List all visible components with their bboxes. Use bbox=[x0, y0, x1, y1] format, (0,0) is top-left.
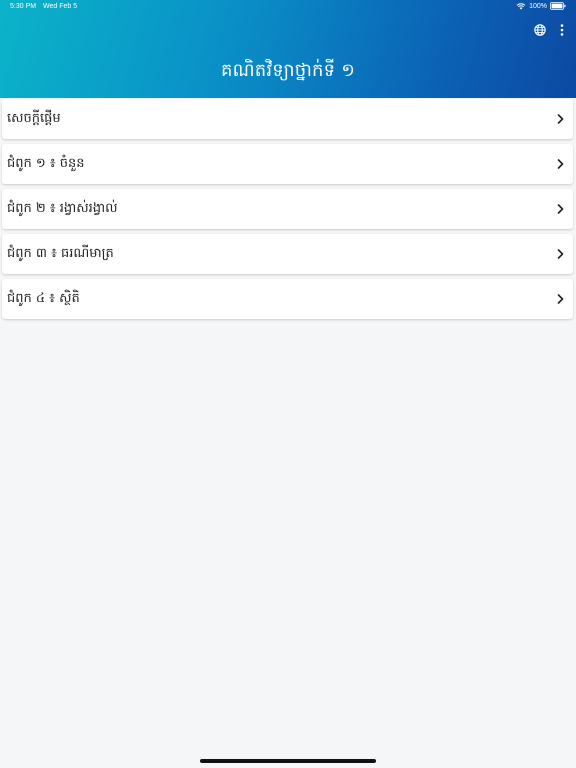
battery-icon bbox=[550, 2, 566, 10]
page-title: គណិតវិទ្យាថ្នាក់ទី ១ bbox=[220, 60, 356, 81]
more-vertical-icon[interactable] bbox=[554, 21, 570, 39]
header-actions bbox=[532, 21, 570, 39]
battery-percent: 100% bbox=[529, 2, 547, 10]
chevron-right-icon bbox=[555, 202, 565, 216]
list-item-label: ជំពូក ៤ ៖ ស្ថិតិ bbox=[7, 290, 80, 306]
status-date: Wed Feb 5 bbox=[43, 3, 78, 10]
list-item-chapter-3[interactable]: ជំពូក ៣ ៖ ធរណីមាត្រ bbox=[2, 234, 573, 274]
app-header: 5:30 PM Wed Feb 5 100% គណិតវិទ្យាថ្នាក់ទ… bbox=[0, 0, 576, 98]
home-indicator[interactable] bbox=[200, 759, 376, 763]
chevron-right-icon bbox=[555, 157, 565, 171]
chevron-right-icon bbox=[555, 247, 565, 261]
status-time: 5:30 PM bbox=[10, 3, 37, 10]
list-item-introduction[interactable]: សេចក្តីផ្តើម bbox=[2, 99, 573, 139]
status-bar: 5:30 PM Wed Feb 5 100% bbox=[0, 0, 576, 14]
list-item-label: ជំពូក ៣ ៖ ធរណីមាត្រ bbox=[7, 245, 114, 261]
status-indicators: 100% bbox=[516, 2, 566, 10]
globe-icon[interactable] bbox=[532, 21, 548, 39]
chevron-right-icon bbox=[555, 112, 565, 126]
list-item-chapter-4[interactable]: ជំពូក ៤ ៖ ស្ថិតិ bbox=[2, 279, 573, 319]
list-item-label: ជំពូក ២ ៖ រង្វាស់រង្វាល់ bbox=[7, 200, 118, 216]
list-item-label: ជំពូក ១ ៖ ចំនួន bbox=[7, 155, 85, 171]
chapter-list: សេចក្តីផ្តើម ជំពូក ១ ៖ ចំនួន ជំពូក ២ ៖ រ… bbox=[2, 99, 573, 324]
list-item-chapter-1[interactable]: ជំពូក ១ ៖ ចំនួន bbox=[2, 144, 573, 184]
list-item-label: សេចក្តីផ្តើម bbox=[7, 110, 61, 126]
wifi-icon bbox=[516, 2, 526, 10]
chevron-right-icon bbox=[555, 292, 565, 306]
list-item-chapter-2[interactable]: ជំពូក ២ ៖ រង្វាស់រង្វាល់ bbox=[2, 189, 573, 229]
